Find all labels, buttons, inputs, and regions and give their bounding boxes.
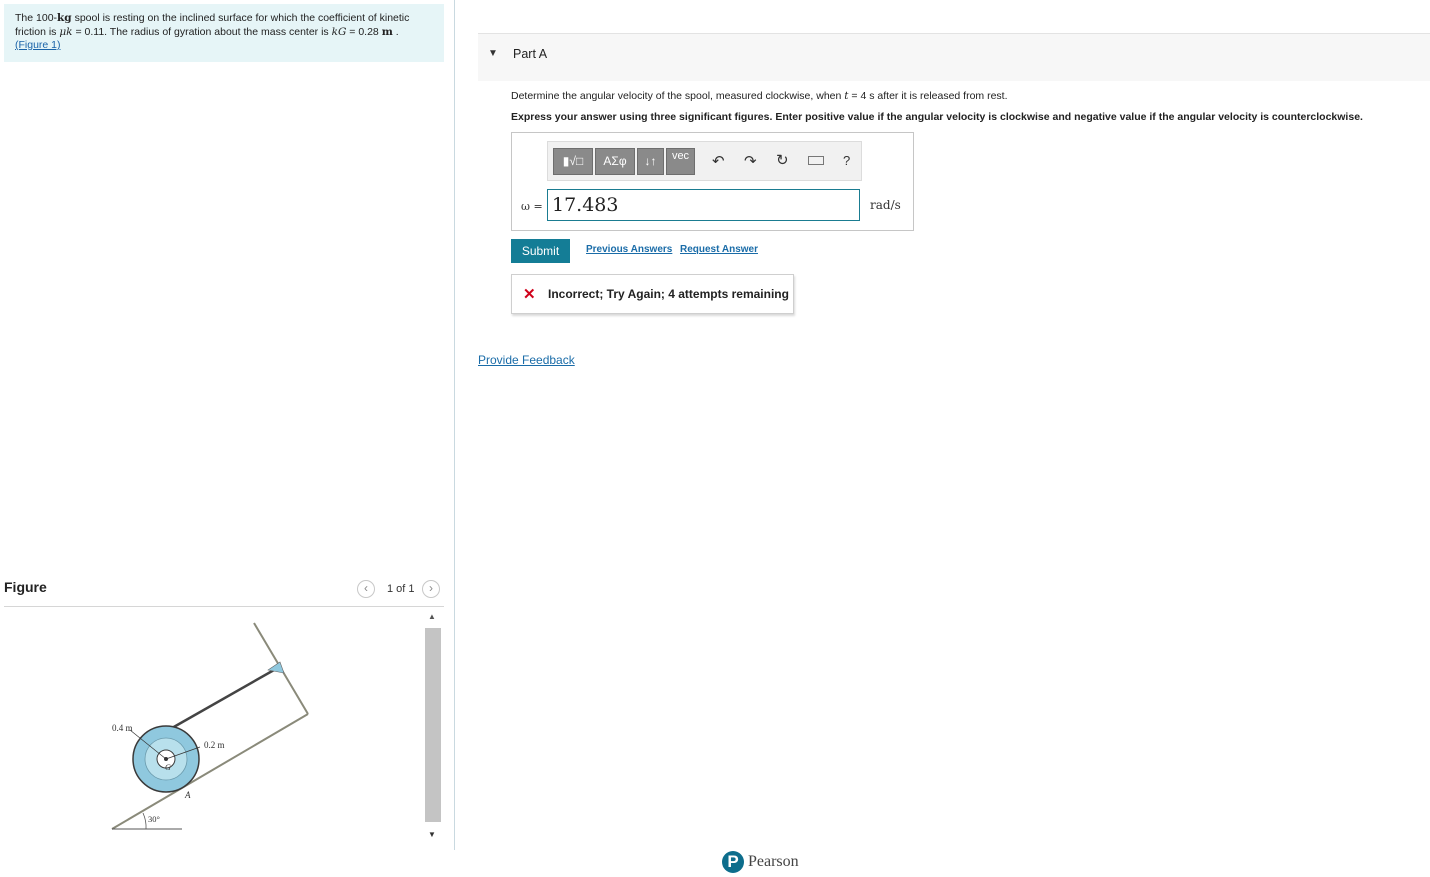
previous-figure-button[interactable]: ‹ xyxy=(357,580,375,598)
problem-statement: The 100-kg spool is resting on the incli… xyxy=(4,4,444,62)
part-header[interactable]: ▼ Part A xyxy=(478,33,1430,81)
length-unit: m xyxy=(381,25,393,38)
question-part: Determine the angular velocity of the sp… xyxy=(511,90,845,102)
question-part: = 4 s after it is released from rest. xyxy=(848,90,1008,102)
collapse-caret-icon[interactable]: ▼ xyxy=(488,48,498,59)
k-symbol: kG xyxy=(331,25,347,38)
keyboard-icon[interactable] xyxy=(808,156,824,165)
figure-header: Figure ‹ 1 of 1 › xyxy=(4,574,444,607)
vector-button[interactable]: vec xyxy=(666,148,695,175)
templates-button[interactable]: ▮√□ xyxy=(553,148,593,175)
provide-feedback-link[interactable]: Provide Feedback xyxy=(478,353,575,367)
answer-panel: ▮√□ ΑΣφ ↓↑ vec ↶ ↷ ↻ ? ω = rad/s xyxy=(511,132,914,231)
feedback-message: ✕ Incorrect; Try Again; 4 attempts remai… xyxy=(511,274,794,314)
figure-scrollbar[interactable]: ▲ ▼ xyxy=(425,612,441,844)
cable xyxy=(171,668,275,730)
figure-link[interactable]: (Figure 1) xyxy=(15,39,61,51)
figure-title: Figure xyxy=(4,579,47,595)
error-x-icon: ✕ xyxy=(523,286,536,303)
greek-symbols-button[interactable]: ΑΣφ xyxy=(595,148,635,175)
redo-icon[interactable]: ↷ xyxy=(744,152,757,170)
scroll-down-arrow-icon[interactable]: ▼ xyxy=(428,830,436,839)
arrows-button[interactable]: ↓↑ xyxy=(637,148,664,175)
figure-image: 0.4 m 0.2 m G A 30° xyxy=(4,607,424,852)
figure-pager-text: 1 of 1 xyxy=(387,583,415,595)
pearson-logo: P Pearson xyxy=(722,851,812,875)
angle-arc xyxy=(142,812,147,830)
math-toolbar: ▮√□ ΑΣφ ↓↑ vec ↶ ↷ ↻ ? xyxy=(547,141,862,181)
scroll-thumb[interactable] xyxy=(425,628,441,822)
answer-input[interactable] xyxy=(547,189,860,221)
reset-icon[interactable]: ↻ xyxy=(776,151,789,169)
request-answer-link[interactable]: Request Answer xyxy=(680,244,758,255)
help-icon[interactable]: ? xyxy=(843,153,850,168)
problem-text: = 0.11. The radius of gyration about the… xyxy=(72,25,332,38)
center-label: G xyxy=(165,763,171,772)
previous-answers-link[interactable]: Previous Answers xyxy=(586,244,672,255)
contact-label: A xyxy=(184,790,191,800)
scroll-up-arrow-icon[interactable]: ▲ xyxy=(428,612,436,621)
problem-text: The 100- xyxy=(15,12,58,24)
pearson-p-icon: P xyxy=(722,851,744,873)
part-title: Part A xyxy=(513,47,548,61)
omega-label: ω = xyxy=(521,200,543,213)
problem-text: = 0.28 xyxy=(346,25,382,38)
angle-label: 30° xyxy=(148,814,160,824)
problem-text: . xyxy=(392,25,399,38)
feedback-text: Incorrect; Try Again; 4 attempts remaini… xyxy=(548,287,789,301)
inner-radius-label: 0.2 m xyxy=(204,740,225,750)
spool-diagram: 0.4 m 0.2 m G A 30° xyxy=(111,622,309,830)
unit-label: rad/s xyxy=(870,198,901,212)
panel-divider xyxy=(454,0,455,850)
mass-unit: kg xyxy=(57,12,72,24)
submit-button[interactable]: Submit xyxy=(511,239,570,263)
pearson-wordmark: Pearson xyxy=(748,853,799,870)
mu-symbol: μk xyxy=(59,25,73,38)
answer-instructions: Express your answer using three signific… xyxy=(511,111,1363,123)
outer-radius-label: 0.4 m xyxy=(112,723,133,733)
undo-icon[interactable]: ↶ xyxy=(712,152,725,170)
next-figure-button[interactable]: › xyxy=(422,580,440,598)
question-text: Determine the angular velocity of the sp… xyxy=(511,90,1008,102)
